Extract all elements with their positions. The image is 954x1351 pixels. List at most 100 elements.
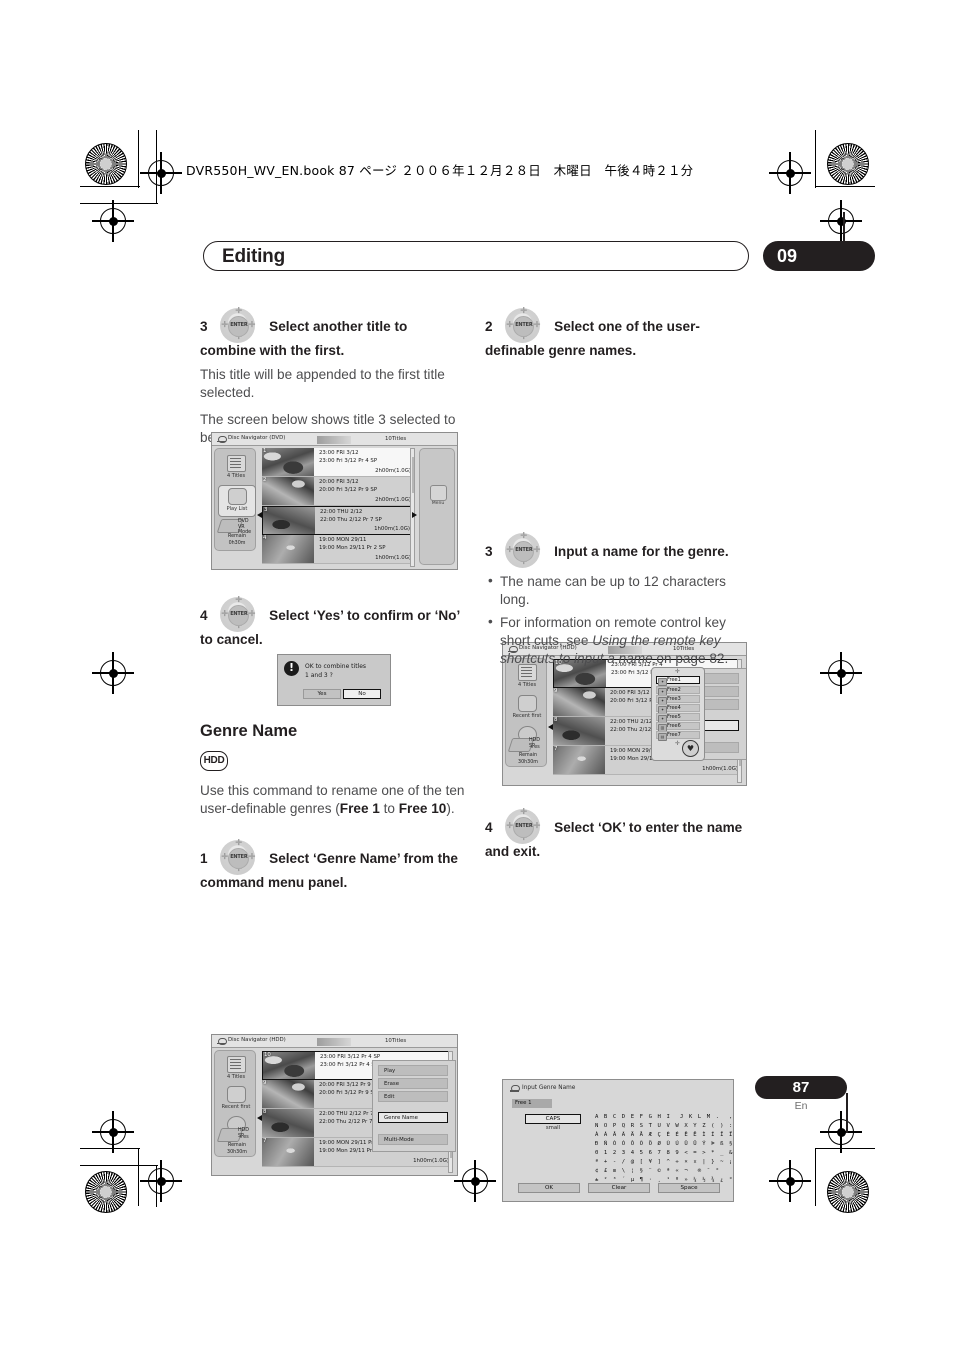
hdd-badge: HDD <box>200 750 228 771</box>
caps-toggle-button[interactable]: CAPS <box>525 1114 581 1124</box>
title-thumbnail: 7 <box>553 746 605 774</box>
ok-button[interactable]: OK <box>518 1183 580 1193</box>
menu-chip[interactable]: Menu <box>426 485 450 511</box>
menu-chip-label: Menu <box>431 501 445 506</box>
chapter-number-badge: 09 <box>763 241 875 271</box>
disc-info: DVD VR Mode Remain 0h30m <box>216 519 256 546</box>
row-line-1: 22:00 THU 2/12 <box>320 509 363 515</box>
right-caret-icon <box>412 512 417 518</box>
dialog-message-line-1: OK to combine titles <box>305 663 367 670</box>
genre-name-field[interactable]: Free 1 <box>512 1099 552 1108</box>
small-toggle-button[interactable]: small <box>525 1125 581 1131</box>
yes-button[interactable]: Yes <box>303 689 341 699</box>
right-column-step2: 2 ✛✛ ✛✛ ENTER Select one of the user-def… <box>485 307 750 366</box>
title-list[interactable]: 1 23:00 FRI 3/12 23:00 Fri 3/12 Pr 4 SP … <box>262 448 415 567</box>
title-count: 10Titles <box>385 436 407 442</box>
sidebar-item-titles[interactable]: 4 Titles <box>218 1054 254 1084</box>
sidebar-item-recent-first[interactable]: Recent first <box>509 693 545 723</box>
page-language: En <box>794 1100 808 1112</box>
cursor-pad-icon: ✛✛ ✛✛ ENTER <box>217 839 258 875</box>
table-row[interactable]: 2 20:00 FRI 3/12 20:00 Fri 3/12 Pr 9 SP … <box>262 477 415 506</box>
genre-option-free4[interactable]: ✦ Free4 <box>656 704 700 714</box>
command-erase[interactable]: Erase <box>378 1078 448 1089</box>
desc-part-e: ). <box>446 800 455 816</box>
row-line-2: 23:00 Fri 3/12 Pr 4 SP <box>319 457 378 464</box>
row-size: 1h00m(1.0G) <box>375 555 411 561</box>
genre-label: Free3 <box>667 696 681 702</box>
left-caret-icon <box>257 512 262 518</box>
command-edit[interactable]: Edit <box>378 1091 448 1102</box>
character-grid[interactable]: A B C D E F G H I J K L M . , ? ! N O P … <box>595 1113 733 1185</box>
step-1-select-genre-name: 1 ✛✛ ✛✛ ENTER Select ‘Genre Name’ from t… <box>200 839 465 892</box>
space-button[interactable]: Space <box>658 1183 720 1193</box>
cursor-pad-icon: ✛✛ ✛✛ ENTER <box>502 532 543 568</box>
title-thumbnail: 8 <box>262 1109 314 1137</box>
row-index: 8 <box>554 717 558 723</box>
genre-option-free6[interactable]: ▥ Free6 <box>656 722 700 732</box>
page-number: 87 <box>755 1076 847 1099</box>
row-index: 4 <box>263 535 267 541</box>
crop-mark-tr-h <box>815 186 875 188</box>
row-index: 8 <box>263 1109 267 1115</box>
screen-title: Input Genre Name <box>522 1085 576 1091</box>
sidebar-item-label: Play List <box>226 506 248 512</box>
sort-icon <box>517 695 537 712</box>
note-remote-shortcuts: For information on remote control key sh… <box>488 613 750 668</box>
step-4-select-ok: 4 ✛✛ ✛✛ ENTER Select ‘OK’ to enter the n… <box>485 808 750 861</box>
row-size: 2h00m(1.0G) <box>375 468 411 474</box>
disc-kind: HDD SP <box>529 738 540 749</box>
command-genre-name[interactable]: Genre Name <box>378 1112 448 1123</box>
favorite-heart-icon[interactable]: ♥ <box>682 740 699 757</box>
title-meta: 20:00 FRI 3/12 20:00 Fri 3/12 Pr 9 SP 2h… <box>314 477 415 505</box>
screen-input-genre-name[interactable]: Input Genre Name Free 1 CAPS small A B C… <box>502 1079 734 1202</box>
disc-remain-label: Remain <box>518 753 538 759</box>
screen-disc-navigator-dvd[interactable]: Disc Navigator (DVD) 10Titles 4 Titles P… <box>211 432 458 570</box>
row-index: 7 <box>554 746 558 752</box>
row-index: 9 <box>554 688 558 694</box>
genre-option-free3[interactable]: ✦ Free3 <box>656 695 700 705</box>
crop-mark-tl-h <box>80 186 140 188</box>
genre-label: Free4 <box>667 705 681 711</box>
desc-part-c: to <box>379 800 399 816</box>
sidebar-item-label: 4 Titles <box>226 1074 246 1080</box>
genre-option-free1[interactable]: ✦ Free1 <box>656 676 700 686</box>
registration-mark-top-left <box>140 152 182 194</box>
title-list-icon <box>226 455 246 472</box>
clear-button[interactable]: Clear <box>588 1183 650 1193</box>
disc-remain-label: Remain <box>227 534 247 540</box>
confirm-combine-dialog[interactable]: ! OK to combine titles 1 and 3 ? Yes No <box>277 654 391 706</box>
genre-label: Free6 <box>667 723 681 729</box>
chapter-title-bar: Editing <box>203 241 749 271</box>
sidebar-item-recent-first[interactable]: Recent first <box>218 1084 254 1114</box>
step3-para-1: This title will be appended to the first… <box>200 366 445 401</box>
step-number: 3 <box>485 544 493 559</box>
page-tick-line <box>846 1093 848 1133</box>
sidebar-item-titles[interactable]: 4 Titles <box>218 453 254 483</box>
command-menu-panel[interactable]: Play Erase Edit Genre Name Multi-Mode <box>372 1060 456 1152</box>
registration-mark-right-upper <box>820 652 862 694</box>
table-row[interactable]: 4 19:00 MON 29/11 19:00 Mon 29/11 Pr 2 S… <box>262 535 415 564</box>
genre-option-free2[interactable]: ✦ Free2 <box>656 686 700 696</box>
step-number: 4 <box>485 820 493 835</box>
crop-mark-br-v <box>815 1148 817 1206</box>
crop-mark-tr-v <box>815 130 817 188</box>
table-row[interactable]: 1 23:00 FRI 3/12 23:00 Fri 3/12 Pr 4 SP … <box>262 448 415 477</box>
registration-starburst-tl <box>85 143 127 185</box>
command-play[interactable]: Play <box>378 1065 448 1076</box>
screen-disc-navigator-hdd-menu[interactable]: Disc Navigator (HDD) 10Titles 4 Titles R… <box>211 1034 458 1176</box>
disc-icon <box>217 1037 227 1046</box>
row-line-2: 19:00 Mon 29/11 Pr 2 SP <box>319 544 386 551</box>
list-scrollbar[interactable] <box>410 448 415 567</box>
genre-option-free7[interactable]: ▤ Free7 <box>656 731 700 741</box>
sidebar-item-playlist[interactable]: Play List <box>218 485 256 517</box>
genre-dropdown[interactable]: ✛ ✦ Free1 ✦ Free2 ✦ Free3 ✦ Free4 ✦ Free5 ▥ Fr… <box>651 667 705 761</box>
no-button[interactable]: No <box>343 689 381 699</box>
genre-label: Free7 <box>667 732 681 738</box>
title-meta: 23:00 FRI 3/12 23:00 Fri 3/12 Pr 4 SP 2h… <box>314 448 415 476</box>
title-thumbnail: 9 <box>553 688 605 716</box>
command-multi-mode[interactable]: Multi-Mode <box>378 1134 448 1145</box>
genre-option-free5[interactable]: ✦ Free5 <box>656 713 700 723</box>
step3-notes: The name can be up to 12 characters long… <box>485 572 750 668</box>
table-row-selected[interactable]: 3 22:00 THU 2/12 22:00 Thu 2/12 Pr 7 SP … <box>262 506 415 535</box>
registration-mark-bottom-center <box>454 1160 496 1202</box>
